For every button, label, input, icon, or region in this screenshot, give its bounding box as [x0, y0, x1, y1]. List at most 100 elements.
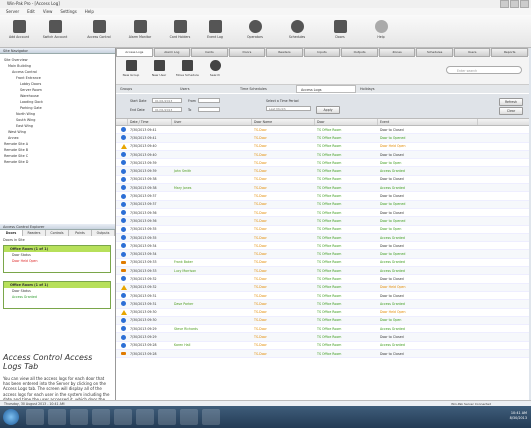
switch-account-button[interactable]: Switch Account: [40, 18, 70, 46]
tab-outputs[interactable]: Outputs: [341, 48, 378, 57]
search-input[interactable]: Enter search: [446, 66, 522, 74]
tab-inputs[interactable]: Inputs: [303, 48, 341, 57]
schedules-button[interactable]: Schedules: [282, 18, 312, 46]
menu-help[interactable]: Help: [85, 8, 94, 15]
operators-button[interactable]: Operators: [240, 18, 270, 46]
tab-controls[interactable]: Controls: [46, 230, 69, 236]
table-row[interactable]: 7/30/2013 09:37 TS-Door TS Office Room Door…: [116, 200, 529, 209]
table-row[interactable]: 7/30/2013 09:34 TS-Door TS Office Room Door…: [116, 250, 529, 259]
table-row[interactable]: 7/30/2013 09:41 TS-Door TS Office Room Door…: [116, 126, 529, 135]
table-row[interactable]: 7/30/2013 09:41 TS-Door TS Office Room Door…: [116, 134, 529, 143]
tab-access-logs-sub[interactable]: Access Logs: [296, 85, 356, 93]
start-date-field[interactable]: 01/01/2013: [152, 98, 182, 103]
tab-schedules[interactable]: Schedules: [416, 48, 453, 57]
taskbar-app[interactable]: [48, 409, 66, 425]
column-header-door-name[interactable]: Door Name: [252, 119, 315, 125]
tab-alarm-log[interactable]: Alarm Log: [153, 48, 191, 57]
table-row[interactable]: 7/30/2013 09:39 John Smith TS-Door TS Offic…: [116, 167, 529, 176]
tab-cards[interactable]: Cards: [191, 48, 228, 57]
table-row[interactable]: 7/30/2013 09:35 TS-Door TS Office Room Door…: [116, 226, 529, 234]
tab-users-sub[interactable]: Users: [176, 85, 236, 93]
table-row[interactable]: 7/30/2013 09:32 TS-Door TS Office Room Door…: [116, 283, 529, 292]
table-row[interactable]: 7/30/2013 09:33 Frank Baker TS-Door TS Offi…: [116, 259, 529, 268]
end-date-field[interactable]: 01/31/2013: [152, 107, 182, 112]
taskbar-app[interactable]: [202, 409, 220, 425]
clock[interactable]: 10:41 AM 8/30/2013: [510, 411, 527, 421]
table-row[interactable]: 7/30/2013 09:35 TS-Door TS Office Room Acce…: [116, 233, 529, 243]
tab-holidays[interactable]: Holidays: [356, 85, 416, 93]
table-row[interactable]: 7/30/2013 09:38 Mary Jones TS-Door TS Offic…: [116, 184, 529, 193]
table-row[interactable]: 7/30/2013 09:37 TS-Door TS Office Room Door…: [116, 192, 529, 201]
maximize-button[interactable]: [510, 0, 519, 8]
search-button[interactable]: Search: [204, 60, 226, 77]
table-row[interactable]: 7/30/2013 09:31 TS-Door TS Office Room Door…: [116, 292, 529, 301]
menu-server[interactable]: Server: [6, 8, 19, 15]
door-card[interactable]: Office Room (1 of 1) Door Status Access …: [3, 281, 111, 309]
menu-edit[interactable]: Edit: [27, 8, 35, 15]
clear-button[interactable]: Clear: [499, 107, 523, 115]
table-row[interactable]: 7/30/2013 09:31 Dave Parker TS-Door TS Offi…: [116, 300, 529, 309]
tab-readers[interactable]: Readers: [266, 48, 303, 57]
taskbar-app[interactable]: [92, 409, 110, 425]
door-card[interactable]: Office Room (1 of 1) Door Status Door He…: [3, 245, 111, 273]
table-row[interactable]: 7/30/2013 09:38 TS-Door TS Office Room Door…: [116, 176, 529, 185]
table-row[interactable]: 7/30/2013 09:34 TS-Door TS Office Room Door…: [116, 242, 529, 251]
taskbar-app[interactable]: [70, 409, 88, 425]
refresh-button[interactable]: Refresh: [499, 98, 523, 106]
add-account-button[interactable]: Add Account: [4, 18, 34, 46]
taskbar-app[interactable]: [114, 409, 132, 425]
tab-time-schedules[interactable]: Time Schedules: [236, 85, 296, 93]
access-control-button[interactable]: Access Control: [84, 18, 114, 46]
menu-view[interactable]: View: [43, 8, 53, 15]
alarm-monitor-button[interactable]: Alarm Monitor: [125, 18, 155, 46]
card-holders-button[interactable]: Card Holders: [165, 18, 195, 46]
time-period-select[interactable]: Last Month: [266, 106, 311, 111]
taskbar-app[interactable]: [136, 409, 154, 425]
table-row[interactable]: 7/30/2013 09:39 TS-Door TS Office Room Door…: [116, 159, 529, 168]
column-header-icon[interactable]: [116, 119, 128, 125]
table-row[interactable]: 7/30/2013 09:40 TS-Door TS Office Room Door…: [116, 143, 529, 151]
column-header-door[interactable]: Door: [315, 119, 378, 125]
table-row[interactable]: 7/30/2013 09:32 TS-Door TS Office Room Door…: [116, 275, 529, 284]
event-log-button[interactable]: Event Log: [200, 18, 230, 46]
table-row[interactable]: 7/30/2013 09:30 TS-Door TS Office Room Door…: [116, 316, 529, 326]
tab-readers[interactable]: Readers: [23, 230, 46, 236]
menu-settings[interactable]: Settings: [60, 8, 76, 15]
tab-points[interactable]: Points: [69, 230, 92, 236]
tab-groups[interactable]: Groups: [116, 85, 176, 93]
tab-outputs[interactable]: Outputs: [92, 230, 115, 236]
table-row[interactable]: 7/30/2013 09:29 Steve Richards TS-Door TS O…: [116, 325, 529, 334]
tab-reports[interactable]: Reports: [491, 48, 529, 57]
column-header-user[interactable]: User: [172, 119, 252, 125]
help-button[interactable]: Help: [366, 18, 396, 46]
table-row[interactable]: 7/30/2013 09:36 TS-Door TS Office Room Door…: [116, 209, 529, 218]
column-header-date[interactable]: Date / Time: [128, 119, 172, 125]
new-user-button[interactable]: New User: [148, 60, 170, 77]
tree-item[interactable]: Remote Site D: [2, 159, 112, 165]
start-button[interactable]: [3, 409, 19, 425]
tab-access-logs[interactable]: Access Logs: [116, 48, 153, 57]
tab-users[interactable]: Users: [453, 48, 491, 57]
tab-doors[interactable]: Doors: [0, 230, 23, 236]
taskbar-app[interactable]: [180, 409, 198, 425]
taskbar-app[interactable]: [158, 409, 176, 425]
tab-doors[interactable]: Doors: [228, 48, 266, 57]
taskbar-app[interactable]: [26, 409, 44, 425]
apply-button[interactable]: Apply: [316, 106, 340, 114]
from-time-field[interactable]: [198, 98, 220, 103]
table-row[interactable]: 7/30/2013 09:33 Lucy Morrison TS-Door TS Of…: [116, 267, 529, 276]
table-row[interactable]: 7/30/2013 09:29 TS-Door TS Office Room Door…: [116, 333, 529, 342]
doors-button[interactable]: Doors: [325, 18, 355, 46]
table-row[interactable]: 7/30/2013 09:28 Karen Hall TS-Door TS Offic…: [116, 342, 529, 351]
minimize-button[interactable]: [500, 0, 509, 8]
new-group-button[interactable]: New Group: [120, 60, 142, 77]
table-row[interactable]: 7/30/2013 09:28 TS-Door TS Office Room Door…: [116, 350, 529, 359]
close-button[interactable]: [520, 0, 529, 8]
tab-zones[interactable]: Zones: [378, 48, 416, 57]
table-row[interactable]: 7/30/2013 09:36 TS-Door TS Office Room Door…: [116, 217, 529, 226]
table-row[interactable]: 7/30/2013 09:40 TS-Door TS Office Room Door…: [116, 150, 529, 160]
column-header-event[interactable]: Event: [378, 119, 478, 125]
table-row[interactable]: 7/30/2013 09:30 TS-Door TS Office Room Door…: [116, 309, 529, 317]
to-time-field[interactable]: [198, 107, 220, 112]
move-schedule-button[interactable]: Move Schedule: [176, 60, 199, 77]
